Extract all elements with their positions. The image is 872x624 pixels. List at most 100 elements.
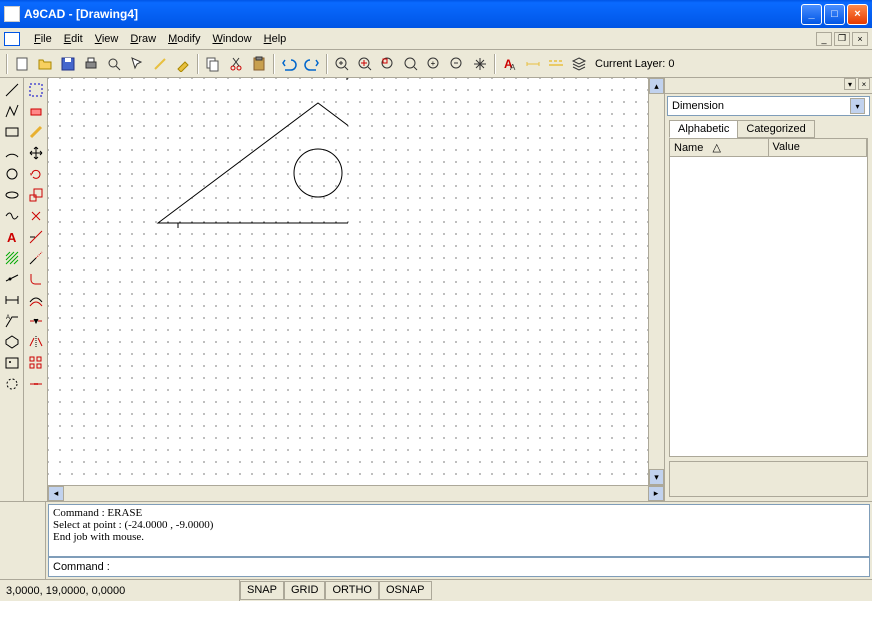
maximize-button[interactable]: □ xyxy=(824,4,845,25)
trim-tool[interactable] xyxy=(26,227,46,247)
revcloud-tool[interactable] xyxy=(2,374,22,394)
properties-panel: ▾ × Dimension ▾ Alphabetic Categorized N… xyxy=(664,78,872,501)
horizontal-scrollbar[interactable]: ◂ ▸ xyxy=(48,485,664,501)
close-button[interactable]: × xyxy=(847,4,868,25)
properties-button[interactable] xyxy=(172,53,194,75)
spline-tool[interactable] xyxy=(2,206,22,226)
svg-text:A: A xyxy=(7,230,17,245)
pan-button[interactable] xyxy=(469,53,491,75)
fillet-tool[interactable] xyxy=(26,269,46,289)
extend-tool[interactable] xyxy=(26,248,46,268)
zoom-all-button[interactable] xyxy=(400,53,422,75)
cursor-crosshair xyxy=(346,78,348,88)
grid-toggle[interactable]: GRID xyxy=(284,581,326,600)
command-area: Command : ERASE Select at point : (-24.0… xyxy=(0,501,872,579)
combo-dropdown-icon[interactable]: ▾ xyxy=(850,98,865,114)
offset-tool[interactable] xyxy=(26,290,46,310)
layers-button[interactable] xyxy=(568,53,590,75)
linetype-button[interactable] xyxy=(545,53,567,75)
ellipse-tool[interactable] xyxy=(2,185,22,205)
menu-help[interactable]: Help xyxy=(258,31,293,47)
scroll-up-button[interactable]: ▴ xyxy=(649,78,664,94)
array-tool[interactable] xyxy=(26,353,46,373)
undo-button[interactable] xyxy=(278,53,300,75)
osnap-toggle[interactable]: OSNAP xyxy=(379,581,432,600)
preview-button[interactable] xyxy=(103,53,125,75)
circle-tool[interactable] xyxy=(2,164,22,184)
zoom-extents-button[interactable] xyxy=(354,53,376,75)
mirror-tool[interactable] xyxy=(26,332,46,352)
canvas[interactable] xyxy=(48,78,648,485)
tab-categorized[interactable]: Categorized xyxy=(737,120,814,138)
coordinates-display: 3,0000, 19,0000, 0,0000 xyxy=(0,580,240,601)
left-toolbars: A A xyxy=(0,78,48,501)
drawing-area: ▴ ▾ ◂ ▸ xyxy=(48,78,664,501)
minimize-button[interactable]: _ xyxy=(801,4,822,25)
rectangle-tool[interactable] xyxy=(2,122,22,142)
menu-edit[interactable]: Edit xyxy=(58,31,89,47)
zoom-plus-button[interactable]: + xyxy=(423,53,445,75)
column-value[interactable]: Value xyxy=(769,139,868,156)
properties-grid: Name △ Value xyxy=(669,138,868,457)
snap-toggle[interactable]: SNAP xyxy=(240,581,284,600)
menu-view[interactable]: View xyxy=(89,31,125,47)
scroll-right-button[interactable]: ▸ xyxy=(648,486,664,501)
hatch-tool[interactable] xyxy=(2,248,22,268)
ortho-toggle[interactable]: ORTHO xyxy=(325,581,379,600)
select-window-tool[interactable] xyxy=(26,80,46,100)
paste-button[interactable] xyxy=(248,53,270,75)
explode-tool[interactable] xyxy=(26,206,46,226)
print-button[interactable] xyxy=(80,53,102,75)
column-name[interactable]: Name △ xyxy=(670,139,769,156)
panel-close-button[interactable]: × xyxy=(858,78,870,90)
dim-style-button[interactable] xyxy=(522,53,544,75)
command-history: Command : ERASE Select at point : (-24.0… xyxy=(48,504,870,557)
point-tool[interactable] xyxy=(2,269,22,289)
open-button[interactable] xyxy=(34,53,56,75)
svg-text:A: A xyxy=(6,315,10,321)
text-tool[interactable]: A xyxy=(2,227,22,247)
mdi-close-button[interactable]: × xyxy=(852,32,868,46)
text-style-button[interactable]: AA xyxy=(499,53,521,75)
break-tool[interactable] xyxy=(26,311,46,331)
image-tool[interactable] xyxy=(2,353,22,373)
command-input[interactable]: Command : xyxy=(48,557,870,577)
move-tool[interactable] xyxy=(26,143,46,163)
new-button[interactable] xyxy=(11,53,33,75)
join-tool[interactable] xyxy=(26,374,46,394)
vertical-scrollbar[interactable]: ▴ ▾ xyxy=(648,78,664,485)
modify-toolbar xyxy=(24,78,48,501)
copy-button[interactable] xyxy=(202,53,224,75)
pick-tool-button[interactable] xyxy=(149,53,171,75)
scroll-down-button[interactable]: ▾ xyxy=(649,469,664,485)
tab-alphabetic[interactable]: Alphabetic xyxy=(669,120,738,138)
zoom-minus-button[interactable] xyxy=(446,53,468,75)
mdi-restore-button[interactable]: ❐ xyxy=(834,32,850,46)
rotate-tool[interactable] xyxy=(26,164,46,184)
polyline-tool[interactable] xyxy=(2,101,22,121)
zoom-in-button[interactable] xyxy=(331,53,353,75)
menu-draw[interactable]: Draw xyxy=(124,31,162,47)
statusbar: 3,0000, 19,0000, 0,0000 SNAP GRID ORTHO … xyxy=(0,579,872,601)
leader-tool[interactable]: A xyxy=(2,311,22,331)
mdi-minimize-button[interactable]: _ xyxy=(816,32,832,46)
select-tool-button[interactable] xyxy=(126,53,148,75)
arc-tool[interactable] xyxy=(2,143,22,163)
save-button[interactable] xyxy=(57,53,79,75)
scroll-left-button[interactable]: ◂ xyxy=(48,486,64,501)
dimension-tool[interactable] xyxy=(2,290,22,310)
redo-button[interactable] xyxy=(301,53,323,75)
object-type-combo[interactable]: Dimension ▾ xyxy=(667,96,870,116)
line-tool[interactable] xyxy=(2,80,22,100)
zoom-window-button[interactable] xyxy=(377,53,399,75)
svg-text:A: A xyxy=(510,63,516,72)
insert-block-tool[interactable] xyxy=(2,332,22,352)
menu-modify[interactable]: Modify xyxy=(162,31,206,47)
cut-button[interactable] xyxy=(225,53,247,75)
menu-file[interactable]: File xyxy=(28,31,58,47)
panel-dropdown-button[interactable]: ▾ xyxy=(844,78,856,90)
erase-tool[interactable] xyxy=(26,101,46,121)
scale-tool[interactable] xyxy=(26,185,46,205)
copy-tool[interactable] xyxy=(26,122,46,142)
menu-window[interactable]: Window xyxy=(206,31,257,47)
